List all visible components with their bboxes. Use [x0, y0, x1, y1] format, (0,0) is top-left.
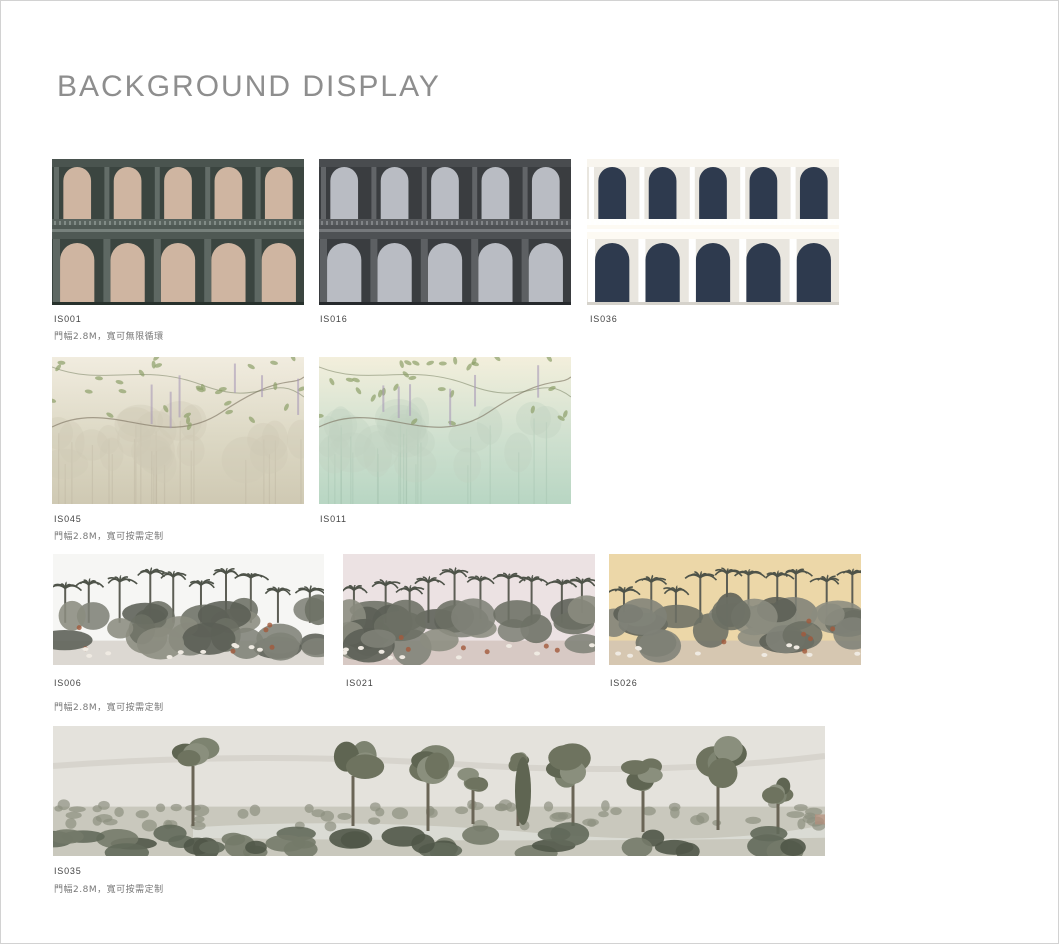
page-title: BACKGROUND DISPLAY	[57, 70, 441, 103]
wallpaper-swatch[interactable]	[53, 554, 324, 665]
product-code: IS006	[54, 678, 82, 688]
product-code: IS026	[610, 678, 638, 688]
wallpaper-swatch[interactable]	[52, 159, 304, 305]
misty-forest-pattern	[319, 357, 571, 504]
product-code: IS011	[320, 514, 347, 524]
arcade-pattern	[587, 159, 839, 305]
arcade-pattern	[319, 159, 571, 305]
misty-forest-pattern	[52, 357, 304, 504]
jungle-pattern	[53, 554, 324, 665]
product-code: IS021	[346, 678, 374, 688]
product-code: IS001	[54, 314, 82, 324]
jungle-pattern	[609, 554, 861, 665]
spec-note: 門幅2.8M，寬可按需定制	[54, 885, 164, 895]
spec-note: 門幅2.8M，寬可無限循環	[54, 332, 164, 342]
spec-note: 門幅2.8M，寬可按需定制	[54, 532, 164, 542]
wallpaper-swatch[interactable]	[53, 726, 825, 856]
product-code: IS045	[54, 514, 82, 524]
jungle-pattern	[343, 554, 595, 665]
wallpaper-swatch[interactable]	[609, 554, 861, 665]
spec-note: 門幅2.8M，寬可按需定制	[54, 703, 164, 713]
product-code: IS036	[590, 314, 618, 324]
wallpaper-swatch[interactable]	[52, 357, 304, 504]
wallpaper-swatch[interactable]	[319, 357, 571, 504]
wallpaper-swatch[interactable]	[319, 159, 571, 305]
arcade-pattern	[52, 159, 304, 305]
wallpaper-swatch[interactable]	[587, 159, 839, 305]
wallpaper-swatch[interactable]	[343, 554, 595, 665]
product-code: IS035	[54, 866, 82, 876]
landscape-pattern	[53, 726, 825, 856]
product-code: IS016	[320, 314, 348, 324]
